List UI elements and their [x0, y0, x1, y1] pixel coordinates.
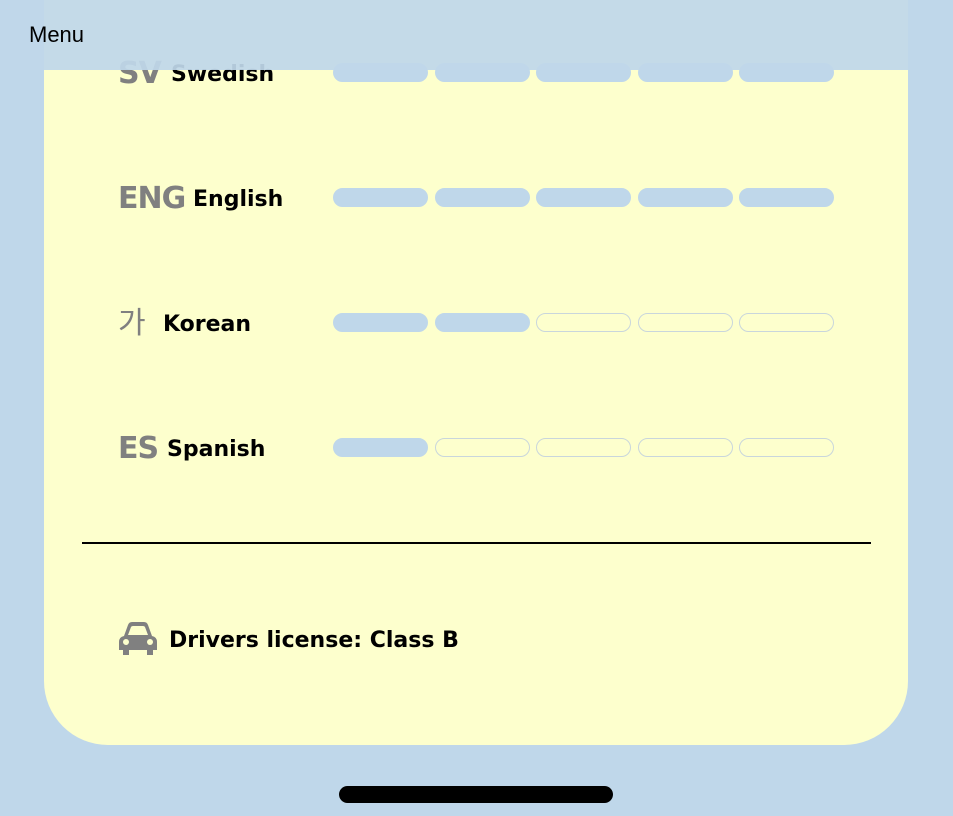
proficiency-bars — [333, 188, 834, 208]
proficiency-bar-empty — [435, 438, 530, 457]
proficiency-bars — [333, 313, 834, 333]
proficiency-bar-empty — [638, 313, 733, 332]
home-indicator[interactable] — [339, 786, 613, 803]
language-row-korean: 가 Korean — [118, 303, 834, 343]
language-code: ES — [118, 431, 159, 466]
language-code: ENG — [118, 181, 186, 216]
language-name: Korean — [163, 312, 252, 337]
proficiency-bars — [333, 438, 834, 458]
proficiency-bar-filled — [536, 188, 631, 207]
car-icon — [119, 622, 157, 655]
page: SV Swedish ENG English 가 Korean ES Spani… — [0, 0, 953, 816]
proficiency-bar-filled — [333, 438, 428, 457]
proficiency-bar-empty — [739, 313, 834, 332]
language-row-spanish: ES Spanish — [118, 428, 834, 468]
proficiency-bar-empty — [739, 438, 834, 457]
section-divider — [82, 542, 871, 544]
menu-button[interactable]: Menu — [29, 22, 84, 48]
license-text: Drivers license: Class B — [169, 628, 459, 653]
proficiency-bar-filled — [333, 313, 428, 332]
top-menu-bar: Menu — [0, 0, 908, 70]
proficiency-bar-filled — [638, 188, 733, 207]
proficiency-bar-filled — [333, 188, 428, 207]
proficiency-bar-empty — [536, 438, 631, 457]
proficiency-bar-filled — [739, 188, 834, 207]
proficiency-bar-filled — [435, 313, 530, 332]
proficiency-bar-empty — [638, 438, 733, 457]
proficiency-bar-empty — [536, 313, 631, 332]
language-code: 가 — [118, 306, 146, 341]
language-name: Spanish — [167, 437, 266, 462]
language-row-english: ENG English — [118, 178, 834, 218]
proficiency-bar-filled — [435, 188, 530, 207]
language-name: English — [193, 187, 284, 212]
